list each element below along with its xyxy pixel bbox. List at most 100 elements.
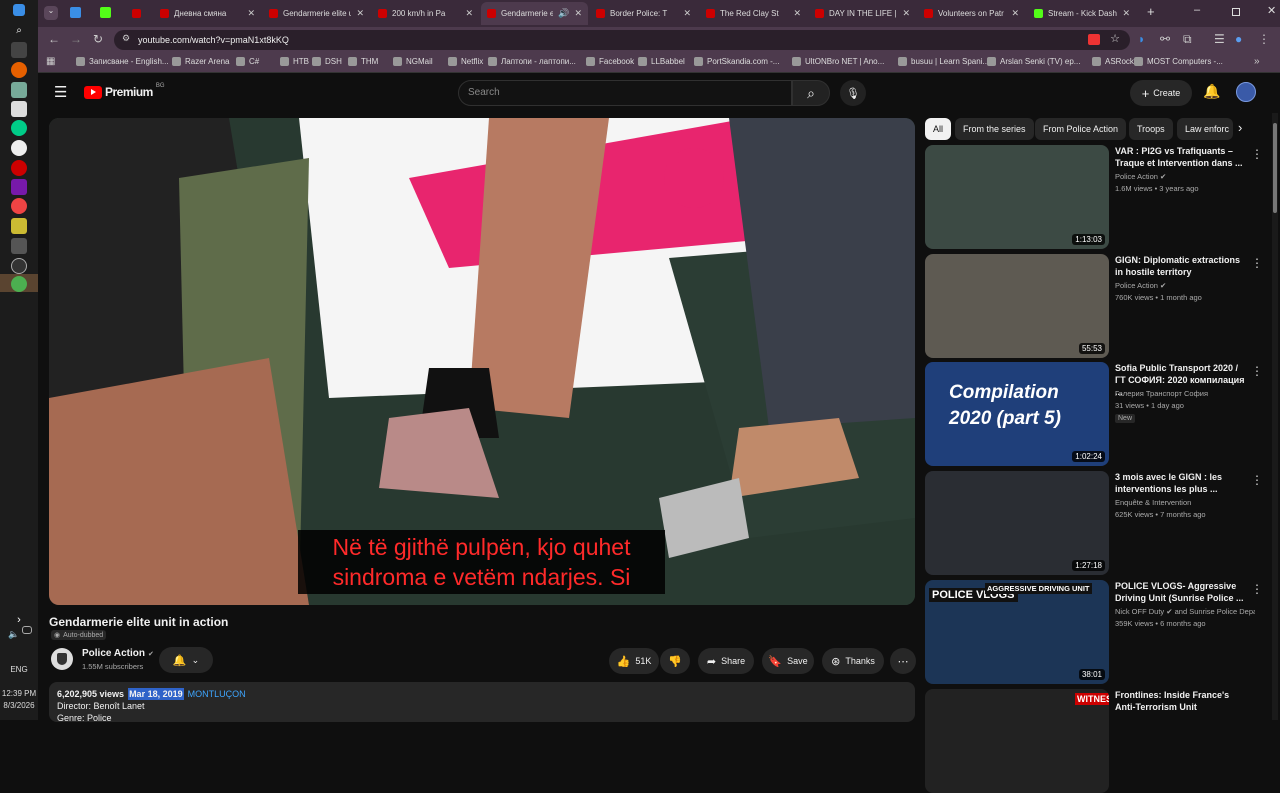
bookmark-item[interactable]: HTB — [280, 57, 309, 66]
video-thumbnail[interactable]: 55:53 — [925, 254, 1109, 358]
video-thumbnail[interactable]: 1:13:03 — [925, 145, 1109, 249]
video-thumbnail[interactable]: POLICE VLOGS AGGRESSIVE DRIVING UNIT 38:01 — [925, 580, 1109, 684]
bookmark-item[interactable]: THM — [348, 57, 378, 66]
app-icon[interactable] — [11, 218, 27, 234]
chrome-icon[interactable] — [11, 276, 27, 292]
notifications-bell-icon[interactable]: 🔔 — [1203, 83, 1220, 100]
chrome-icon[interactable] — [11, 198, 27, 214]
filter-chip[interactable]: All — [925, 118, 952, 140]
search-button[interactable]: ⌕ — [792, 80, 830, 106]
video-thumbnail[interactable]: Compilation 2020 (part 5) 1:02:24 — [925, 362, 1109, 466]
filter-chip[interactable]: From Police Action — [1035, 118, 1127, 140]
tab-audio-icon[interactable]: 🔊 — [558, 8, 569, 19]
more-actions-button[interactable]: ⋯ — [890, 648, 916, 674]
channel-avatar[interactable] — [51, 648, 73, 670]
browser-tab[interactable]: Gendarmerie elite u ✕ — [263, 2, 370, 25]
browser-tab[interactable]: Border Police: T ✕ — [590, 2, 697, 25]
chevron-right-icon[interactable]: › — [1238, 120, 1242, 135]
restore-icon[interactable] — [1232, 8, 1240, 16]
browser-tab[interactable]: Volunteers on Patr ✕ — [918, 2, 1025, 25]
browser-tab[interactable]: Stream - Kick Dash ✕ — [1028, 2, 1136, 25]
browser-tab[interactable]: The Red Clay St ✕ — [700, 2, 807, 25]
profile-icon[interactable]: ● — [1235, 32, 1242, 46]
tab-close-icon[interactable]: ✕ — [1122, 8, 1130, 19]
filter-chip[interactable]: Troops — [1129, 118, 1173, 140]
dislike-button[interactable]: 👎 — [660, 648, 690, 674]
voice-search-button[interactable]: 🎙 — [840, 80, 866, 106]
browser-tab[interactable]: 200 km/h in Pa ✕ — [372, 2, 479, 25]
channel-name[interactable]: Police Action ✔ — [1115, 281, 1255, 290]
app-icon[interactable] — [11, 140, 27, 156]
tab-search-icon[interactable]: ⌄ — [44, 6, 58, 20]
channel-name[interactable]: Nick OFF Duty ✔ and Sunrise Police Depa.… — [1115, 607, 1255, 616]
menu-dots-icon[interactable]: ⋮ — [1258, 32, 1270, 46]
tab-close-icon[interactable]: ✕ — [1011, 8, 1019, 19]
filter-chip[interactable]: Law enforc — [1177, 118, 1233, 140]
video-thumbnail[interactable]: WITNESS — [925, 689, 1109, 793]
bookmark-item[interactable]: LLBabbel — [638, 57, 685, 66]
video-title[interactable]: VAR : PI2G vs Trafiquants – Traque et In… — [1115, 145, 1247, 169]
tab-close-icon[interactable]: ✕ — [902, 8, 910, 19]
recommended-video[interactable]: 1:13:03 VAR : PI2G vs Trafiquants – Traqu… — [925, 145, 1265, 249]
video-title[interactable]: GIGN: Diplomatic extractions in hostile … — [1115, 254, 1247, 278]
description-box[interactable]: 6,202,905 views Mar 18, 2019 MONTLUÇON D… — [49, 682, 915, 723]
video-title[interactable]: Frontlines: Inside France's Anti-Terrori… — [1115, 689, 1247, 713]
browser-tab[interactable]: DAY IN THE LIFE | K ✕ — [809, 2, 916, 25]
extension-icon[interactable]: ⚯ — [1160, 32, 1170, 46]
address-bar[interactable]: ⚙ youtube.com/watch?v=pmaN1xt8kKQ ☆ — [114, 30, 1130, 50]
more-options-icon[interactable]: ⋮ — [1251, 473, 1263, 487]
tab-close-icon[interactable]: ✕ — [793, 8, 801, 19]
recommended-video[interactable]: 1:27:18 3 mois avec le GIGN : les interve… — [925, 471, 1265, 575]
video-thumbnail[interactable]: 1:27:18 — [925, 471, 1109, 575]
recommended-video[interactable]: Compilation 2020 (part 5) 1:02:24 Sofia Pub… — [925, 362, 1265, 466]
save-button[interactable]: 🔖 Save — [762, 648, 814, 674]
tab-close-icon[interactable]: ✕ — [574, 8, 582, 19]
windows-start-icon[interactable] — [13, 4, 25, 16]
apps-grid-icon[interactable]: ▦ — [46, 56, 55, 67]
browser-tab[interactable]: Gendarmerie eli 🔊 ✕ — [481, 2, 588, 25]
tab-close-icon[interactable]: ✕ — [356, 8, 364, 19]
filter-chip[interactable]: From the series — [955, 118, 1034, 140]
minimize-icon[interactable]: – — [1194, 4, 1200, 16]
like-button[interactable]: 👍 51K — [609, 648, 659, 674]
back-icon[interactable]: ← — [48, 32, 60, 46]
photos-icon[interactable] — [11, 101, 27, 117]
recommended-video[interactable]: WITNESS Frontlines: Inside France's Anti-… — [925, 689, 1265, 793]
search-icon[interactable]: ⌕ — [11, 22, 27, 38]
more-options-icon[interactable]: ⋮ — [1251, 582, 1263, 596]
reading-list-icon[interactable]: ☰ — [1214, 32, 1225, 46]
close-icon[interactable]: ✕ — [1267, 4, 1276, 17]
app-icon[interactable] — [70, 7, 81, 18]
browser-tab[interactable]: Дневна смяна ✕ — [154, 2, 261, 25]
monitor-icon[interactable] — [22, 626, 32, 634]
bookmark-item[interactable]: NGMail — [393, 57, 433, 66]
tab-close-icon[interactable]: ✕ — [683, 8, 691, 19]
tab-close-icon[interactable]: ✕ — [247, 8, 255, 19]
bookmarks-overflow-icon[interactable]: » — [1254, 56, 1260, 67]
task-view-icon[interactable] — [11, 42, 27, 58]
bookmark-item[interactable]: PortSkandia.com -... — [694, 57, 779, 66]
more-options-icon[interactable]: ⋮ — [1251, 364, 1263, 378]
recommended-video[interactable]: 55:53 GIGN: Diplomatic extractions in hos… — [925, 254, 1265, 358]
youtube-logo[interactable]: Premium BG — [84, 83, 165, 99]
more-options-icon[interactable]: ⋮ — [1251, 256, 1263, 270]
avatar[interactable] — [1236, 82, 1256, 102]
video-title[interactable]: POLICE VLOGS- Aggressive Driving Unit (S… — [1115, 580, 1247, 604]
reload-icon[interactable]: ↻ — [93, 32, 103, 46]
subscribe-notifications-button[interactable]: 🔔 ⌄ — [159, 647, 213, 673]
new-tab-icon[interactable]: + — [1147, 4, 1155, 19]
recommended-video[interactable]: POLICE VLOGS AGGRESSIVE DRIVING UNIT 38:01… — [925, 580, 1265, 684]
scrollbar-thumb[interactable] — [1273, 123, 1277, 213]
location-tag[interactable]: MONTLUÇON — [188, 688, 246, 700]
kick-icon[interactable] — [100, 7, 111, 18]
channel-name[interactable]: Enquête & Intervention — [1115, 498, 1255, 507]
extension-icon[interactable]: ◗ — [1138, 32, 1145, 46]
bookmark-item[interactable]: Записване - English... — [76, 57, 169, 66]
bookmark-item[interactable]: C# — [236, 57, 259, 66]
browser-tab[interactable] — [126, 2, 152, 25]
more-options-icon[interactable]: ⋮ — [1251, 147, 1263, 161]
app-icon[interactable] — [11, 238, 27, 254]
star-icon[interactable]: ☆ — [1110, 32, 1120, 45]
bookmark-item[interactable]: Лаптопи - лаптопи... — [488, 57, 576, 66]
bookmark-item[interactable]: MOST Computers -... — [1134, 57, 1223, 66]
